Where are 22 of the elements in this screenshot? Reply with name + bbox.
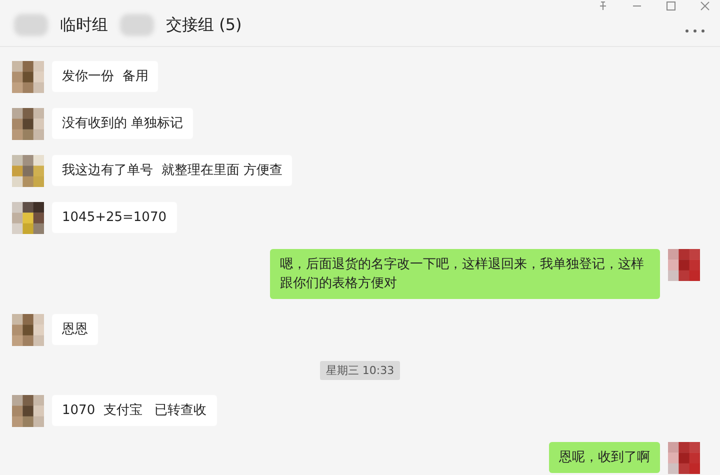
avatar [12, 202, 44, 234]
message-bubble: 恩恩 [52, 314, 98, 345]
close-icon[interactable] [698, 0, 712, 12]
timestamp: 星期三 10:33 [320, 361, 400, 380]
maximize-icon[interactable] [664, 0, 678, 12]
message-bubble: 1045+25=1070 [52, 202, 176, 233]
avatar [668, 249, 700, 281]
chat-title: 交接组 (5) [166, 15, 242, 36]
avatar [12, 314, 44, 346]
message-bubble: 发你一份 备用 [52, 61, 158, 92]
message-bubble: 嗯，后面退货的名字改一下吧，这样退回来，我单独登记，这样跟你们的表格方便对 [270, 249, 660, 299]
avatar [12, 395, 44, 427]
message-bubble: 1070 支付宝 已转查收 [52, 395, 217, 426]
avatar [12, 155, 44, 187]
avatar [12, 61, 44, 93]
avatar [12, 108, 44, 140]
message-bubble: 恩呢，收到了啊 [549, 442, 660, 473]
more-icon[interactable] [684, 28, 706, 34]
message-bubble: 我这边有了单号 就整理在里面 方便查 [52, 155, 292, 186]
avatar [668, 442, 700, 474]
chat-title: 临时组 [60, 15, 108, 36]
message-bubble: 没有收到的 单独标记 [52, 108, 194, 139]
